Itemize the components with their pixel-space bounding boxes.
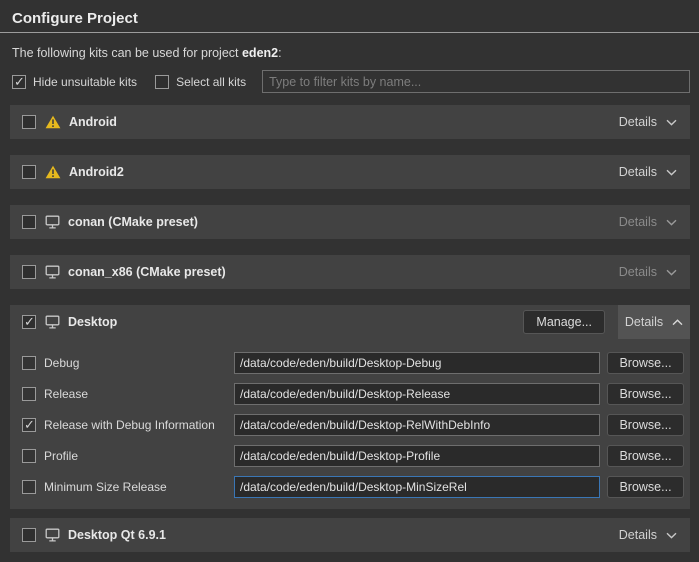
details-label: Details (619, 265, 657, 279)
chevron-down-icon (666, 532, 677, 539)
manage-button[interactable]: Manage... (523, 310, 605, 334)
page-title: Configure Project (12, 10, 687, 27)
warning-icon (45, 165, 61, 179)
kit-row[interactable]: Desktop Qt 6.9.1 Details (10, 518, 690, 552)
details-toggle[interactable]: Details (618, 305, 690, 339)
kit-list: Android Details Android2 Details (0, 105, 699, 552)
kit-block-desktop: Desktop Manage... Details Debug Browse..… (10, 305, 690, 509)
details-label: Details (619, 165, 657, 179)
kit-name: Android2 (69, 165, 124, 179)
kit-checkbox[interactable] (22, 215, 36, 229)
kit-row[interactable]: Desktop Manage... Details (10, 305, 690, 339)
build-config-label: Profile (44, 449, 234, 463)
build-config-checkbox[interactable] (22, 418, 36, 432)
details-toggle[interactable]: Details (606, 518, 690, 552)
kit-checkbox[interactable] (22, 165, 36, 179)
build-dir-input[interactable] (234, 414, 600, 436)
kit-filter-input[interactable] (262, 70, 690, 93)
build-config-label: Minimum Size Release (44, 480, 234, 494)
kit-row[interactable]: conan_x86 (CMake preset) Details (10, 255, 690, 289)
chevron-down-icon (666, 169, 677, 176)
build-config-checkbox[interactable] (22, 387, 36, 401)
browse-button[interactable]: Browse... (607, 476, 684, 498)
select-all-kits-label: Select all kits (176, 75, 246, 89)
kit-row[interactable]: Android Details (10, 105, 690, 139)
kit-checkbox[interactable] (22, 528, 36, 542)
kit-row[interactable]: Android2 Details (10, 155, 690, 189)
details-label: Details (619, 215, 657, 229)
build-config-label: Debug (44, 356, 234, 370)
chevron-down-icon (666, 219, 677, 226)
kit-block-conan: conan (CMake preset) Details (10, 205, 690, 239)
build-config-row-minsizerel: Minimum Size Release Browse... (22, 476, 684, 498)
titlebar: Configure Project (0, 0, 699, 33)
build-config-label: Release (44, 387, 234, 401)
build-config-label: Release with Debug Information (44, 418, 234, 432)
kit-block-desktop-qt: Desktop Qt 6.9.1 Details (10, 518, 690, 552)
build-config-row-release: Release Browse... (22, 383, 684, 405)
kit-block-android: Android Details (10, 105, 690, 139)
desktop-icon (45, 315, 60, 329)
chevron-down-icon (666, 269, 677, 276)
kit-checkbox[interactable] (22, 115, 36, 129)
browse-button[interactable]: Browse... (607, 383, 684, 405)
warning-icon (45, 115, 61, 129)
details-toggle[interactable]: Details (606, 155, 690, 189)
hide-unsuitable-kits-label: Hide unsuitable kits (33, 75, 137, 89)
kit-block-conan-x86: conan_x86 (CMake preset) Details (10, 255, 690, 289)
select-all-kits-checkbox[interactable] (155, 75, 169, 89)
build-config-row-relwithdebinfo: Release with Debug Information Browse... (22, 414, 684, 436)
kit-name: Desktop Qt 6.9.1 (68, 528, 166, 542)
kit-name: Android (69, 115, 117, 129)
build-config-list: Debug Browse... Release Browse... Releas… (10, 339, 690, 509)
build-dir-input[interactable] (234, 383, 600, 405)
chevron-down-icon (666, 119, 677, 126)
details-label: Details (625, 315, 663, 329)
kit-name: Desktop (68, 315, 117, 329)
select-all-kits-option[interactable]: Select all kits (155, 75, 246, 89)
browse-button[interactable]: Browse... (607, 445, 684, 467)
chevron-up-icon (672, 319, 683, 326)
details-toggle[interactable]: Details (606, 105, 690, 139)
hide-unsuitable-kits-checkbox[interactable] (12, 75, 26, 89)
kit-checkbox[interactable] (22, 315, 36, 329)
build-config-row-debug: Debug Browse... (22, 352, 684, 374)
build-config-checkbox[interactable] (22, 449, 36, 463)
build-dir-input[interactable] (234, 352, 600, 374)
build-config-checkbox[interactable] (22, 356, 36, 370)
project-name: eden2 (242, 46, 278, 60)
desktop-icon (45, 215, 60, 229)
browse-button[interactable]: Browse... (607, 414, 684, 436)
details-toggle[interactable]: Details (606, 255, 690, 289)
hide-unsuitable-kits-option[interactable]: Hide unsuitable kits (12, 75, 137, 89)
description-prefix: The following kits can be used for proje… (12, 46, 242, 60)
details-toggle[interactable]: Details (606, 205, 690, 239)
browse-button[interactable]: Browse... (607, 352, 684, 374)
kit-block-android2: Android2 Details (10, 155, 690, 189)
kit-checkbox[interactable] (22, 265, 36, 279)
build-config-row-profile: Profile Browse... (22, 445, 684, 467)
kit-name: conan_x86 (CMake preset) (68, 265, 226, 279)
desktop-icon (45, 528, 60, 542)
details-label: Details (619, 115, 657, 129)
build-dir-input-focused[interactable] (234, 476, 600, 498)
build-dir-input[interactable] (234, 445, 600, 467)
kit-row[interactable]: conan (CMake preset) Details (10, 205, 690, 239)
kit-filter-controls: Hide unsuitable kits Select all kits (12, 70, 690, 93)
desktop-icon (45, 265, 60, 279)
description-suffix: : (278, 46, 281, 60)
details-label: Details (619, 528, 657, 542)
kit-name: conan (CMake preset) (68, 215, 198, 229)
build-config-checkbox[interactable] (22, 480, 36, 494)
kits-description: The following kits can be used for proje… (12, 46, 687, 60)
